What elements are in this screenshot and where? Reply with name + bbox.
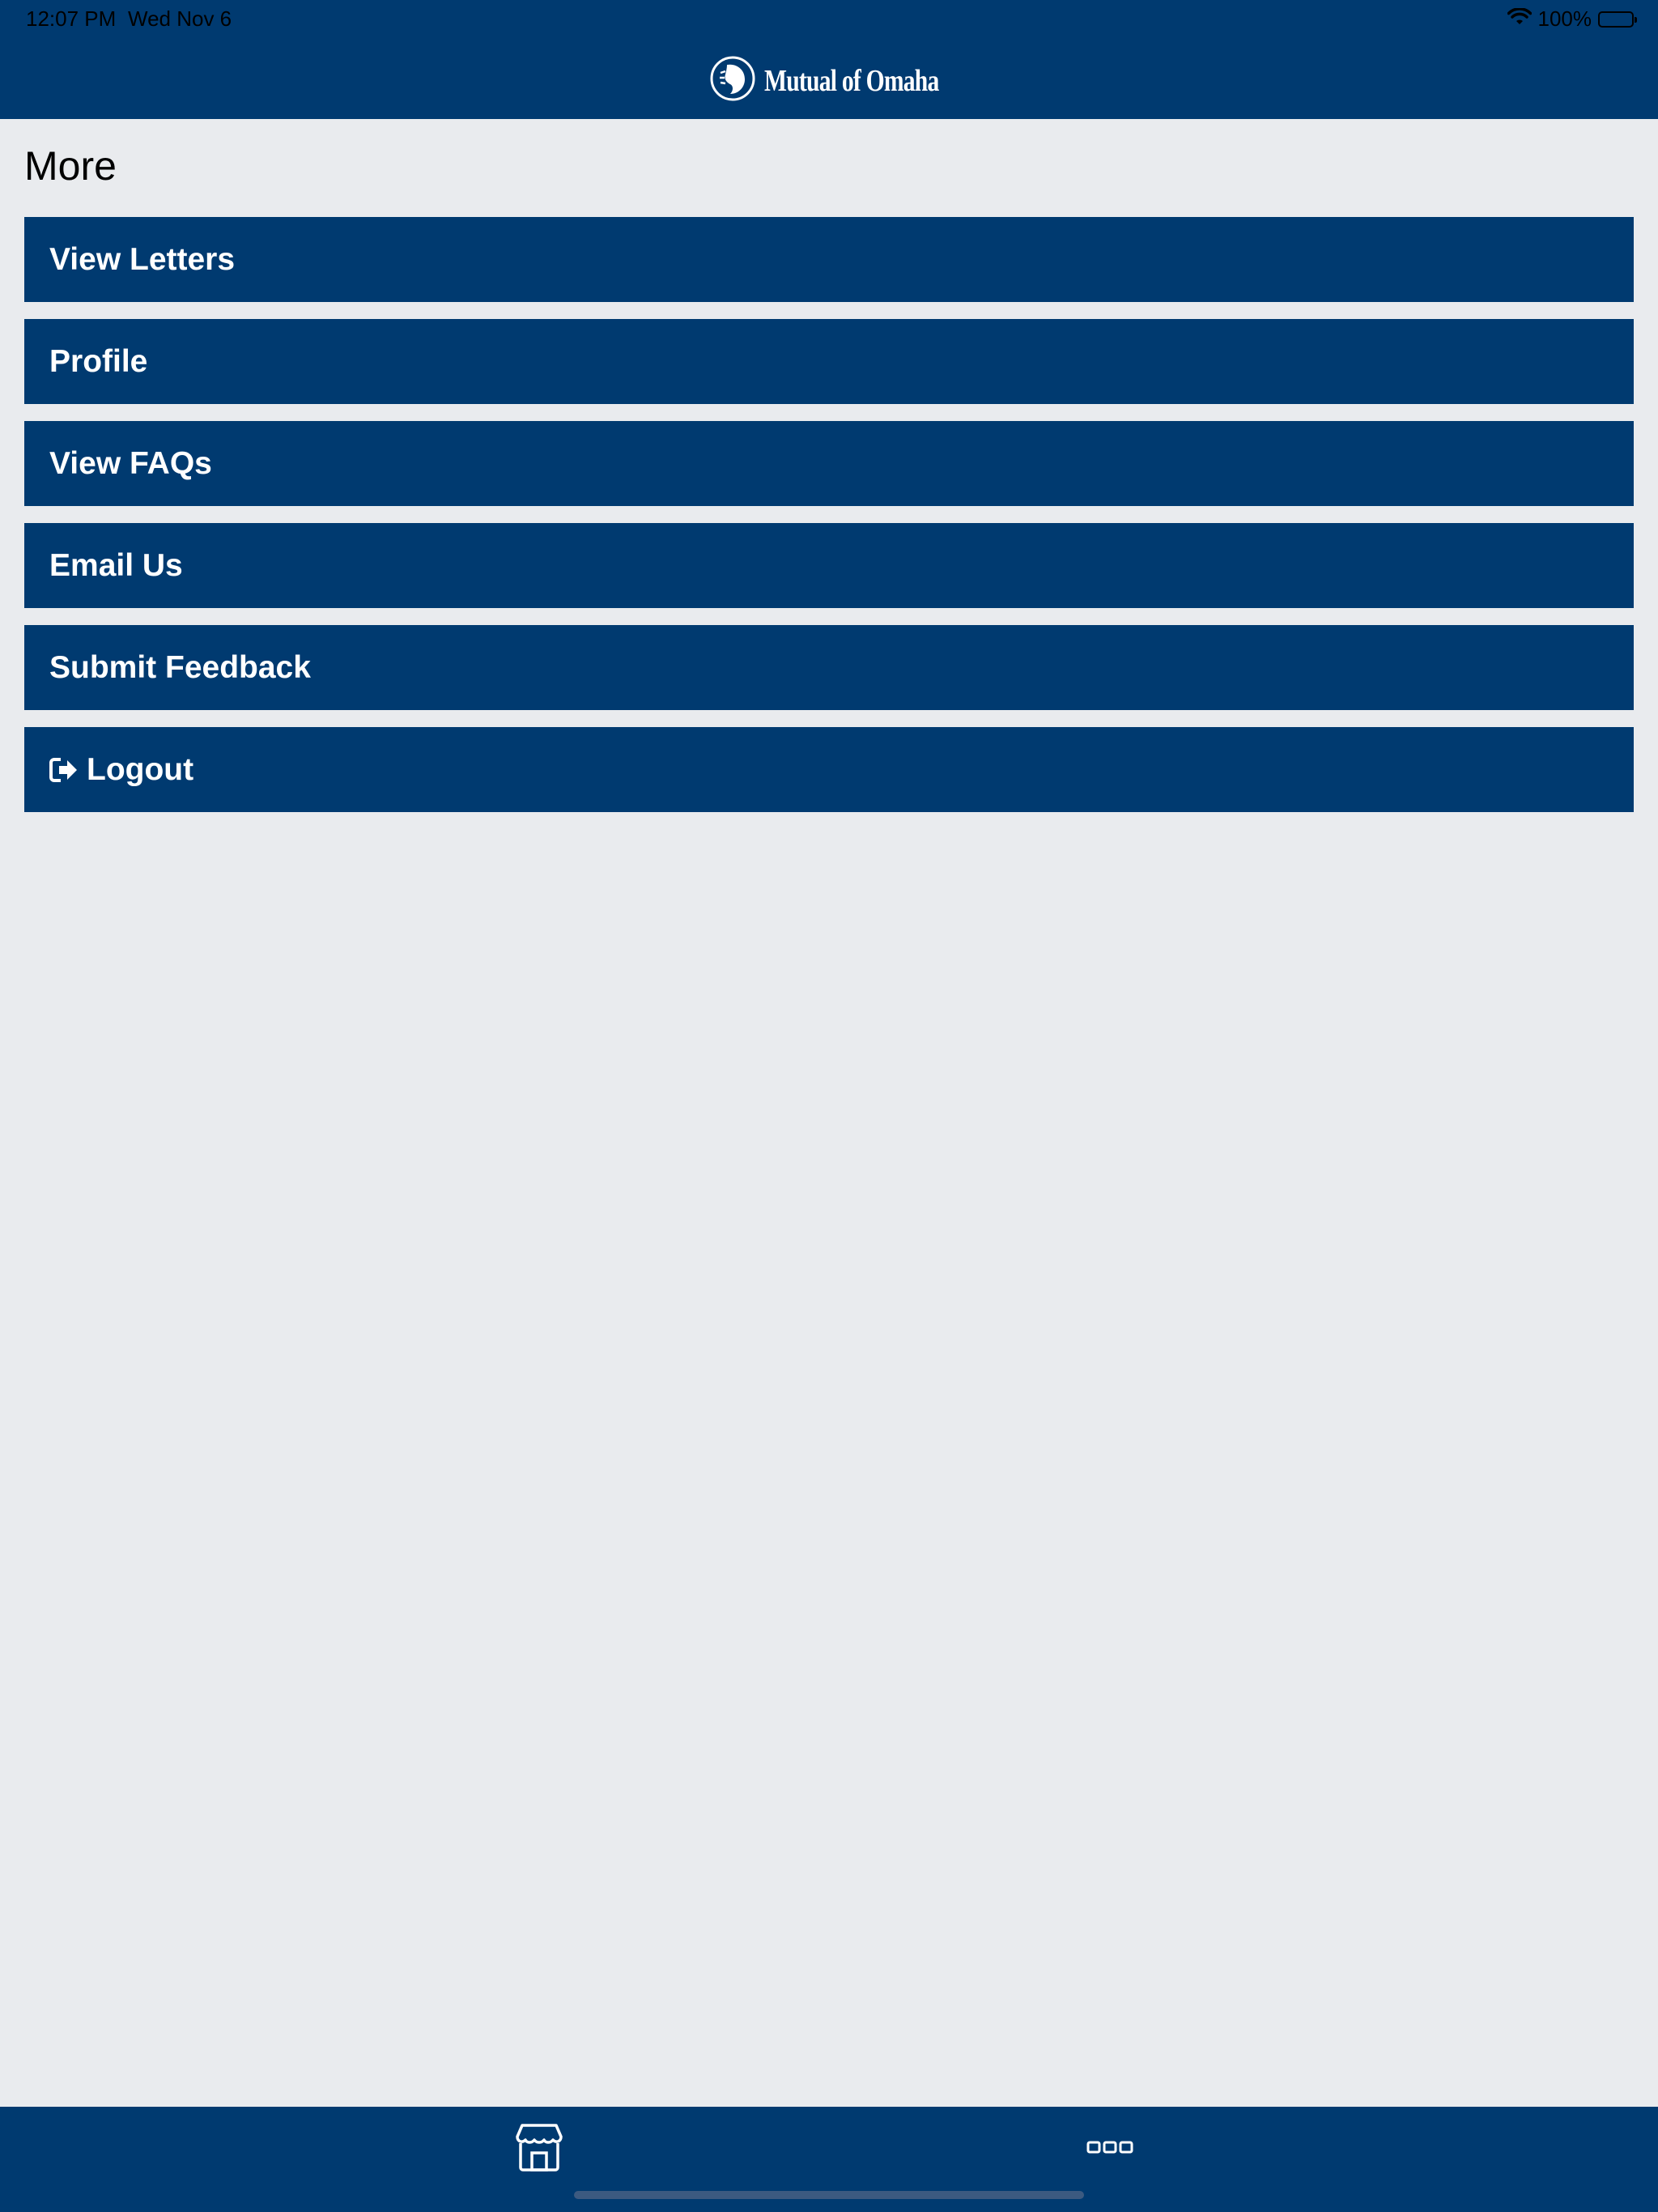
battery-icon (1598, 11, 1637, 28)
status-bar: 12:07 PM Wed Nov 6 100% (0, 0, 1658, 39)
menu-item-label: View Letters (49, 241, 236, 277)
email-us-button[interactable]: Email Us (24, 523, 1634, 608)
more-dots-icon (1086, 2139, 1133, 2159)
tab-home[interactable] (513, 2123, 565, 2175)
status-indicators: 100% (1507, 6, 1637, 32)
logo-emblem-icon (709, 55, 756, 106)
menu-item-label: Email Us (49, 547, 183, 583)
menu-item-label: Profile (49, 343, 148, 379)
logo-wordmark: Mutual of Omaha (764, 63, 939, 98)
wifi-icon (1507, 6, 1532, 32)
more-menu: View Letters Profile View FAQs Email Us … (24, 217, 1634, 829)
logout-button[interactable]: Logout (24, 727, 1634, 812)
menu-item-label: View FAQs (49, 445, 212, 481)
menu-item-label: Logout (87, 751, 194, 787)
battery-percent: 100% (1537, 6, 1592, 31)
status-time: 12:07 PM (26, 6, 117, 31)
page-title: More (24, 143, 117, 189)
view-faqs-button[interactable]: View FAQs (24, 421, 1634, 506)
view-letters-button[interactable]: View Letters (24, 217, 1634, 302)
app-header: 12:07 PM Wed Nov 6 100% Mutual of Omaha (0, 0, 1658, 119)
home-indicator[interactable] (574, 2191, 1084, 2199)
profile-button[interactable]: Profile (24, 319, 1634, 404)
tab-more[interactable] (1085, 2123, 1135, 2175)
logout-icon (49, 757, 79, 783)
brand-logo: Mutual of Omaha (709, 55, 988, 106)
status-date: Wed Nov 6 (128, 6, 232, 31)
submit-feedback-button[interactable]: Submit Feedback (24, 625, 1634, 710)
storefront-icon (514, 2122, 564, 2176)
menu-item-label: Submit Feedback (49, 649, 311, 685)
